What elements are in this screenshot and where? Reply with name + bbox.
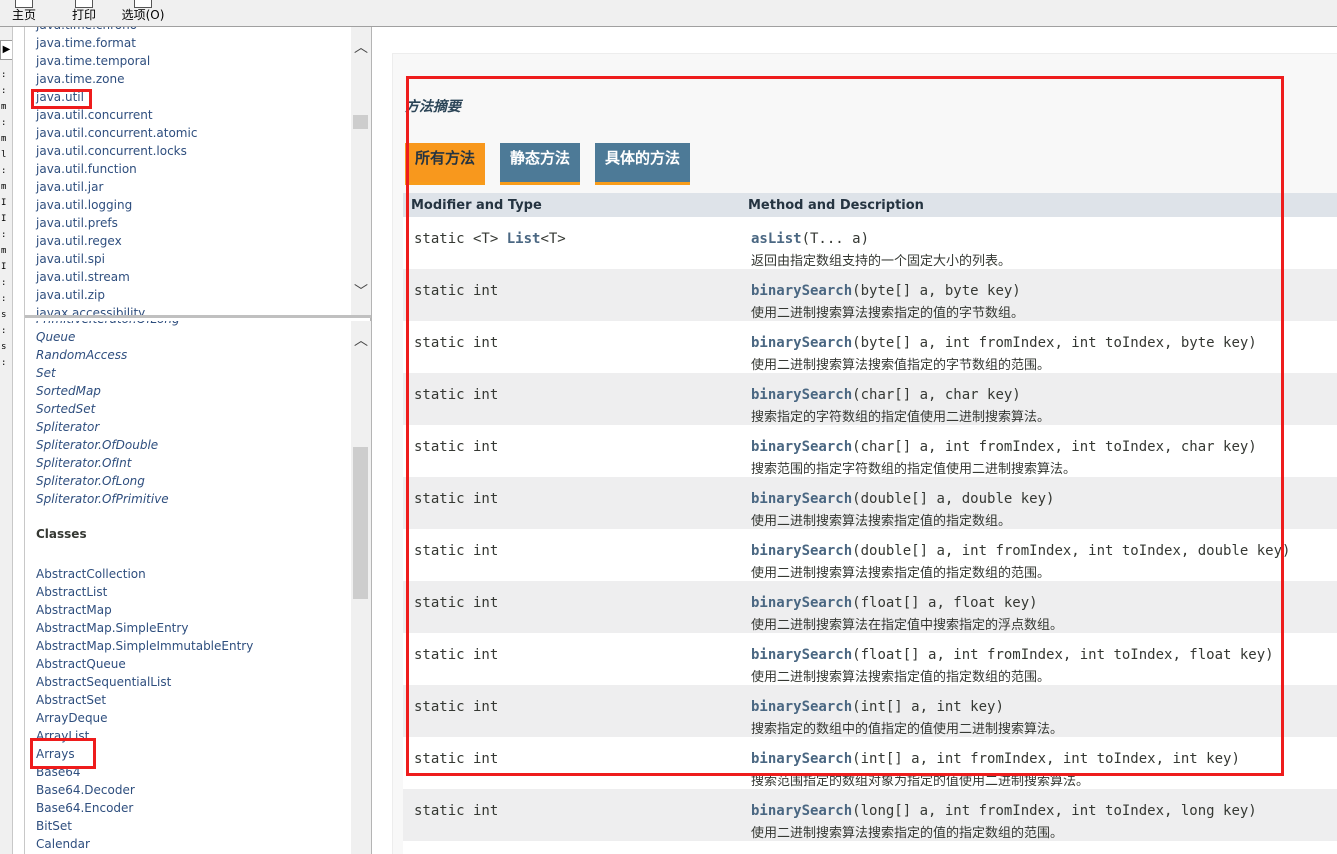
options-label: 选项(O) xyxy=(121,8,165,22)
printer-icon xyxy=(75,0,93,8)
modifier-text: static int xyxy=(414,803,499,819)
expand-pane-button[interactable]: ▶ xyxy=(0,40,12,60)
options-icon xyxy=(134,0,152,8)
scroll-up-icon[interactable]: ︿ xyxy=(351,332,371,350)
table-row: static int binarySearch(long[] a, int fro… xyxy=(403,789,1337,841)
interface-link[interactable]: Spliterator.OfDouble xyxy=(36,438,158,452)
class-link[interactable]: AbstractMap.SimpleEntry xyxy=(36,621,188,635)
print-label: 打印 xyxy=(71,8,96,22)
package-list-frame: java.time.chrono java.time.format java.tim… xyxy=(25,27,371,318)
package-link[interactable]: java.util.concurrent.atomic xyxy=(36,126,197,140)
package-link[interactable]: java.time.zone xyxy=(36,72,125,86)
package-link[interactable]: java.util.prefs xyxy=(36,216,118,230)
class-list-frame: PrimitiveIterator.OfLong Queue RandomAcces… xyxy=(25,321,371,854)
table-row: static intbinarySearch(long[] a, long ke… xyxy=(403,841,1337,854)
scroll-down-icon[interactable]: ﹀ xyxy=(351,283,371,301)
class-link[interactable]: BitSet xyxy=(36,819,72,833)
strip-decoration: ::m:ml:mII:mI::s:s: xyxy=(1,70,7,368)
highlight-java-util xyxy=(31,89,92,109)
interface-link[interactable]: Set xyxy=(36,366,56,380)
interface-link[interactable]: PrimitiveIterator.OfLong xyxy=(36,321,180,326)
scroll-thumb[interactable] xyxy=(353,115,368,129)
package-link[interactable]: java.util.stream xyxy=(36,270,130,284)
highlight-arrays xyxy=(30,738,96,769)
class-link[interactable]: Calendar xyxy=(36,837,90,851)
class-link[interactable]: Base64.Decoder xyxy=(36,783,135,797)
toolbar: 主页 打印 选项(O) xyxy=(0,0,1337,27)
options-button[interactable]: 选项(O) xyxy=(118,0,168,26)
interface-link[interactable]: SortedMap xyxy=(36,384,101,398)
method-description: 使用二进制搜索算法搜索指定的值的指定数组的范围。 xyxy=(751,826,1064,841)
class-link[interactable]: ArrayDeque xyxy=(36,711,108,725)
package-scrollbar[interactable]: ︿ ﹀ xyxy=(351,27,371,315)
print-button[interactable]: 打印 xyxy=(66,0,102,26)
class-link[interactable]: AbstractSet xyxy=(36,693,106,707)
interface-link[interactable]: Spliterator xyxy=(36,420,99,434)
scroll-up-icon[interactable]: ︿ xyxy=(351,39,371,57)
navigation-frames: java.time.chrono java.time.format java.tim… xyxy=(24,27,372,854)
modifier-type-cell: static int xyxy=(414,803,498,819)
package-link[interactable]: java.time.temporal xyxy=(36,54,150,68)
interface-link[interactable]: Queue xyxy=(36,330,75,344)
class-scrollbar[interactable]: ︿ xyxy=(351,321,371,854)
interface-link[interactable]: Spliterator.OfPrimitive xyxy=(36,492,169,506)
class-link[interactable]: Base64.Encoder xyxy=(36,801,133,815)
package-link[interactable]: java.util.jar xyxy=(36,180,103,194)
method-name-link[interactable]: binarySearch xyxy=(751,803,852,819)
interface-link[interactable]: Spliterator.OfInt xyxy=(36,456,132,470)
interface-link[interactable]: SortedSet xyxy=(36,402,95,416)
package-link[interactable]: java.util.spi xyxy=(36,252,105,266)
home-label: 主页 xyxy=(11,8,36,22)
package-link[interactable]: java.util.function xyxy=(36,162,137,176)
class-link[interactable]: AbstractMap.SimpleImmutableEntry xyxy=(36,639,253,653)
interface-link[interactable]: RandomAccess xyxy=(36,348,127,362)
scroll-thumb[interactable] xyxy=(353,447,368,599)
package-link[interactable]: java.util.concurrent.locks xyxy=(36,144,187,158)
package-link[interactable]: java.util.concurrent xyxy=(36,108,153,122)
method-params: (long[] a, int fromIndex, int toIndex, l… xyxy=(852,803,1257,819)
home-button[interactable]: 主页 xyxy=(8,0,40,26)
contents-pane-collapsed: ▶ ::m:ml:mII:mI::s:s: xyxy=(0,27,13,854)
home-icon xyxy=(15,0,33,8)
package-link[interactable]: java.util.logging xyxy=(36,198,132,212)
class-link[interactable]: AbstractSequentialList xyxy=(36,675,171,689)
package-link[interactable]: javax.accessibility xyxy=(36,306,145,315)
package-link[interactable]: java.util.regex xyxy=(36,234,122,248)
interface-link[interactable]: Spliterator.OfLong xyxy=(36,474,145,488)
package-link[interactable]: java.time.format xyxy=(36,36,136,50)
class-link[interactable]: AbstractQueue xyxy=(36,657,126,671)
class-link[interactable]: AbstractList xyxy=(36,585,107,599)
method-signature: binarySearch(long[] a, int fromIndex, in… xyxy=(751,803,1257,819)
classes-heading: Classes xyxy=(36,527,87,541)
class-link[interactable]: AbstractMap xyxy=(36,603,112,617)
highlight-method-summary xyxy=(406,76,1284,776)
package-link[interactable]: java.time.chrono xyxy=(36,27,137,32)
package-link[interactable]: java.util.zip xyxy=(36,288,105,302)
class-link[interactable]: AbstractCollection xyxy=(36,567,146,581)
